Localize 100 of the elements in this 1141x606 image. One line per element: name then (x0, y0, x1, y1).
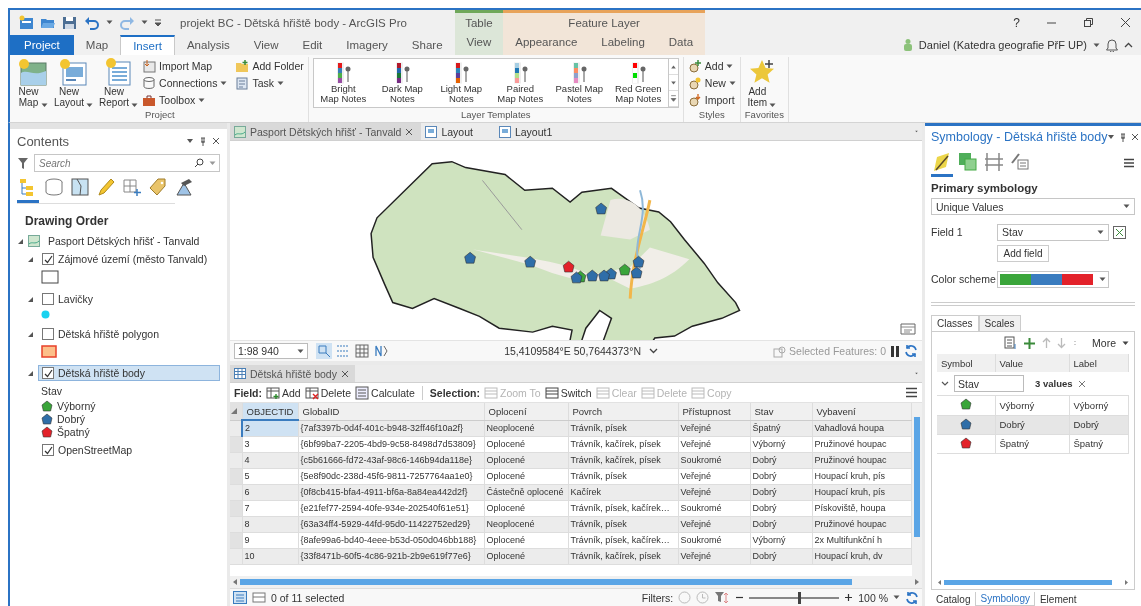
new-project-icon[interactable] (18, 15, 34, 30)
caret-icon[interactable] (277, 80, 284, 86)
collapse-arrow-icon[interactable] (27, 369, 34, 377)
document-tab[interactable]: Layout1 (494, 123, 575, 140)
ribbon-button[interactable]: Connections (142, 75, 228, 91)
ribbon-button[interactable]: New Layout (52, 57, 96, 109)
close-icon[interactable] (212, 137, 220, 145)
chevron-down-icon[interactable] (941, 380, 949, 387)
layer-template-button[interactable]: Dark Map Notes (372, 59, 432, 107)
checkbox[interactable] (42, 293, 54, 305)
pane-menu-icon[interactable] (186, 138, 194, 144)
zoom-level-dropdown[interactable]: 100 % (858, 591, 888, 604)
map-overview-icon[interactable] (900, 322, 916, 336)
caret-icon[interactable] (106, 20, 113, 25)
caret-icon[interactable] (40, 103, 48, 108)
caret-icon[interactable] (1097, 229, 1104, 235)
layer-item[interactable]: Zájmové území (město Tanvald) (38, 251, 212, 267)
add-class-icon[interactable] (1023, 336, 1037, 350)
collapse-ribbon-icon[interactable] (1124, 42, 1133, 48)
close-icon[interactable] (1131, 133, 1140, 141)
user-account-button[interactable]: Daniel (Katedra geografie PřF UP) (918, 39, 1087, 51)
collapse-arrow-icon[interactable] (27, 330, 34, 338)
project-button[interactable]: Project (10, 35, 74, 55)
caret-icon[interactable] (1099, 276, 1106, 282)
horizontal-scrollbar[interactable] (937, 577, 1129, 587)
show-selected-records-icon[interactable] (252, 591, 266, 604)
refresh-icon[interactable] (904, 344, 918, 358)
caret-icon[interactable] (769, 103, 777, 108)
save-icon[interactable] (62, 15, 78, 30)
layer-template-button[interactable]: Pastel Map Notes (549, 59, 609, 107)
sql-expression-icon[interactable] (1113, 225, 1126, 239)
scale-dropdown[interactable]: 1:98 940 (234, 343, 308, 359)
caret-icon[interactable] (141, 20, 148, 25)
north-arrow-icon[interactable] (373, 343, 389, 359)
ribbon-tab[interactable]: Insert (120, 35, 175, 55)
column-header[interactable]: Oplocení (484, 403, 568, 420)
select-all-icon[interactable] (230, 407, 238, 416)
ribbon-button[interactable]: New (687, 75, 736, 91)
tab[interactable]: Scales (978, 315, 1021, 331)
caret-icon[interactable] (198, 97, 206, 103)
notifications-icon[interactable] (1106, 38, 1118, 52)
layer-template-button[interactable]: Paired Map Notes (490, 59, 550, 107)
ribbon-button[interactable]: Add (687, 58, 736, 74)
caret-icon[interactable] (86, 103, 94, 108)
tab[interactable]: Classes (931, 315, 979, 331)
ribbon-tab[interactable]: Data (656, 32, 706, 52)
checkbox[interactable] (42, 328, 54, 340)
search-field[interactable]: Search (34, 154, 220, 172)
heading-field[interactable]: Stav (954, 375, 1024, 392)
ribbon-tab[interactable]: Appearance (503, 32, 590, 52)
refresh-icon[interactable] (905, 590, 919, 605)
class-row[interactable]: Špatný Špatný (937, 434, 1129, 453)
checkbox[interactable] (42, 253, 54, 265)
add-field-button[interactable]: Add field (997, 245, 1049, 262)
customize-toolbar-icon[interactable] (154, 18, 162, 27)
layer-item[interactable]: Dětská hřiště body (38, 365, 220, 381)
collapse-arrow-icon[interactable] (27, 295, 34, 303)
checkbox[interactable] (42, 367, 54, 379)
collapse-arrow-icon[interactable] (17, 237, 24, 245)
ribbon-tab[interactable]: Map (73, 35, 121, 55)
zoom-slider-thumb[interactable] (797, 591, 801, 604)
close-icon[interactable] (1120, 17, 1131, 28)
ribbon-tab[interactable]: View (454, 32, 504, 52)
close-icon[interactable] (405, 127, 414, 136)
class-row[interactable]: Výborný Výborný (937, 396, 1129, 415)
layer-item[interactable]: Lavičky (38, 291, 97, 307)
layer-item[interactable]: Dětská hřiště polygon (38, 326, 163, 342)
pause-icon[interactable] (890, 344, 900, 358)
pin-icon[interactable] (200, 136, 206, 146)
ribbon-button[interactable]: Add Folder (235, 58, 304, 74)
pin-icon[interactable] (1120, 132, 1127, 142)
ribbon-button[interactable]: New Map (16, 57, 50, 109)
vertical-scrollbar[interactable] (912, 403, 922, 576)
ribbon-button[interactable]: Toolbox (142, 92, 228, 108)
pane-tab[interactable]: Element (1034, 592, 1082, 606)
class-row[interactable]: Dobrý Dobrý (937, 415, 1129, 434)
column-header[interactable]: Přístupnost (678, 403, 750, 420)
table-tab[interactable]: Dětská hřiště body (230, 365, 355, 382)
show-all-records-icon[interactable] (233, 591, 247, 604)
pentagon-symbol-icon[interactable] (959, 436, 972, 449)
toolbar-button[interactable]: Add (266, 385, 301, 400)
caret-icon[interactable] (893, 595, 900, 600)
checkbox[interactable] (42, 444, 54, 456)
scroll-left-icon[interactable] (937, 578, 942, 586)
remove-icon[interactable] (1077, 379, 1086, 388)
pane-tab[interactable]: Symbology (975, 592, 1035, 606)
caret-icon[interactable] (297, 348, 304, 354)
caret-icon[interactable] (1123, 204, 1130, 209)
ribbon-tab[interactable]: Share (399, 35, 455, 55)
menu-icon[interactable] (905, 387, 918, 398)
toolbar-button[interactable]: Switch (544, 386, 592, 399)
ribbon-button[interactable]: Import (687, 92, 736, 108)
ribbon-button[interactable]: Import Map (142, 58, 228, 74)
column-header[interactable]: GlobalID (298, 403, 484, 420)
caret-icon[interactable] (131, 103, 139, 108)
collapse-arrow-icon[interactable] (27, 255, 34, 263)
column-header[interactable]: Vybavení (812, 403, 912, 420)
plus-icon[interactable] (844, 593, 854, 602)
caret-icon[interactable] (726, 63, 734, 69)
column-header[interactable]: Stav (750, 403, 812, 420)
